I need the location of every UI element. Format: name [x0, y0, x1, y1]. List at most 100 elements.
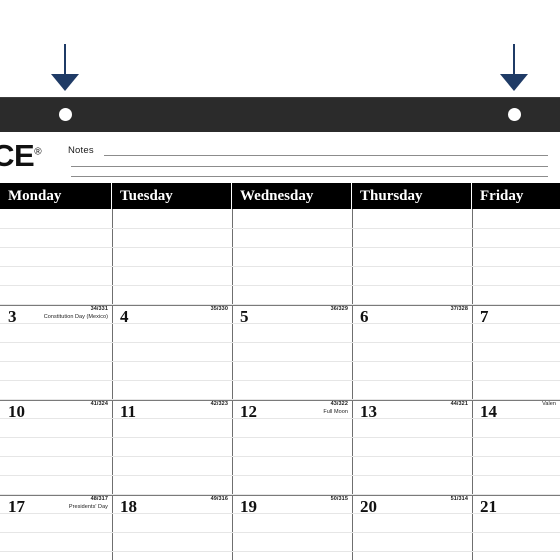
arrow-shaft	[64, 44, 66, 76]
weekday-header-tuesday: Tuesday	[112, 183, 232, 209]
notes-write-line[interactable]	[71, 166, 548, 167]
day-number: 3	[8, 307, 17, 326]
arrow-shaft	[513, 44, 515, 76]
arrow-head	[500, 74, 528, 91]
day-meta: 41/324	[91, 401, 108, 409]
day-number: 5	[240, 307, 249, 326]
calendar-day-cell[interactable]: 5 36/329	[232, 306, 352, 329]
cell-write-line	[0, 456, 560, 457]
day-number: 14	[480, 402, 497, 421]
day-ordinal-code: 50/315	[330, 496, 348, 502]
day-ordinal-code: 41/324	[90, 401, 108, 407]
day-meta: 36/329	[331, 306, 348, 314]
notes-label: Notes	[68, 145, 94, 156]
weekday-header-wednesday: Wednesday	[232, 183, 352, 209]
cell-write-line	[0, 551, 560, 552]
week-divider	[0, 400, 560, 401]
cell-write-line	[0, 380, 560, 381]
day-ordinal-code: 42/323	[210, 401, 228, 407]
weekday-header-label: Tuesday	[120, 188, 173, 204]
calendar-day-cell[interactable]: 14 Valen	[472, 401, 560, 424]
weekday-header-label: Friday	[480, 188, 524, 204]
day-number: 18	[120, 497, 137, 516]
weekday-header-label: Thursday	[360, 188, 423, 204]
day-event-label: Valen	[542, 401, 556, 407]
calendar-day-cell[interactable]: 4 35/330	[112, 306, 232, 329]
day-event-label: Full Moon	[323, 408, 348, 415]
cell-write-line	[0, 228, 560, 229]
day-meta: 48/317 Presidents' Day	[69, 496, 108, 511]
weekday-header-thursday: Thursday	[352, 183, 472, 209]
day-ordinal-code: 37/328	[450, 306, 468, 312]
day-meta: 37/328	[451, 306, 468, 314]
day-number: 13	[360, 402, 377, 421]
cell-write-line	[0, 475, 560, 476]
weekday-header-label: Wednesday	[240, 188, 314, 204]
calendar-day-cell[interactable]: 10 41/324	[0, 401, 112, 424]
day-number: 10	[8, 402, 25, 421]
cell-write-line	[0, 361, 560, 362]
day-number: 12	[240, 402, 257, 421]
binder-bar	[0, 97, 560, 132]
calendar-day-cell[interactable]: 7	[472, 307, 560, 329]
day-number: 11	[120, 402, 137, 421]
calendar-day-cell[interactable]: 3 34/331 Constitution Day (Mexico)	[0, 306, 112, 329]
day-number: 6	[360, 307, 369, 326]
annotation-layer	[0, 0, 560, 97]
cell-write-line	[0, 247, 560, 248]
binder-hole-left	[59, 108, 72, 121]
calendar-day-cell[interactable]: 6 37/328	[352, 306, 472, 329]
calendar-day-cell[interactable]: 12 43/322 Full Moon	[232, 401, 352, 424]
annotation-arrow-right-icon	[497, 44, 531, 92]
day-ordinal-code: 49/316	[210, 496, 228, 502]
cell-write-line	[0, 285, 560, 286]
calendar-day-cell[interactable]: 21	[472, 497, 560, 519]
day-ordinal-code: 51/314	[450, 496, 468, 502]
day-event-label: Presidents' Day	[68, 503, 108, 510]
weekday-header-friday: Friday	[472, 183, 560, 209]
day-ordinal-code: 36/329	[330, 306, 348, 312]
calendar-day-cell[interactable]: 13 44/321	[352, 401, 472, 424]
day-meta: Valen	[542, 401, 556, 409]
day-ordinal-code: 43/322	[330, 401, 348, 407]
calendar-day-cell[interactable]: 19 50/315	[232, 496, 352, 519]
cell-write-line	[0, 342, 560, 343]
weekday-header-label: Monday	[8, 188, 62, 204]
day-meta: 50/315	[331, 496, 348, 504]
notes-write-line[interactable]	[104, 155, 548, 156]
day-number: 17	[8, 497, 25, 516]
calendar-day-cell[interactable]: 18 49/316	[112, 496, 232, 519]
day-number: 19	[240, 497, 257, 516]
calendar-day-cell[interactable]: 11 42/323	[112, 401, 232, 424]
day-ordinal-code: 44/321	[450, 401, 468, 407]
day-ordinal-code: 35/330	[210, 306, 228, 312]
binder-hole-right	[508, 108, 521, 121]
day-meta: 34/331 Constitution Day (Mexico)	[44, 306, 108, 321]
day-event-label: Constitution Day (Mexico)	[43, 313, 108, 320]
day-number: 7	[480, 307, 489, 326]
brand-logo-text: ICE	[0, 138, 35, 173]
weekday-header-row: Monday Tuesday Wednesday Thursday Friday	[0, 183, 560, 209]
day-number: 20	[360, 497, 377, 516]
day-ordinal-code: 34/331	[90, 306, 108, 312]
cell-write-line	[0, 532, 560, 533]
registered-trademark-icon: ®	[34, 146, 42, 158]
cell-write-line	[0, 266, 560, 267]
cell-write-line	[0, 437, 560, 438]
weekday-header-monday: Monday	[0, 183, 112, 209]
day-meta: 44/321	[451, 401, 468, 409]
day-meta: 42/323	[211, 401, 228, 409]
day-meta: 35/330	[211, 306, 228, 314]
masthead: ICE® Notes	[0, 132, 560, 183]
day-meta: 43/322 Full Moon	[323, 401, 348, 416]
day-number: 4	[120, 307, 129, 326]
brand-logo: ICE®	[0, 138, 42, 174]
annotation-arrow-left-icon	[48, 44, 82, 92]
notes-write-line[interactable]	[71, 176, 548, 177]
calendar-day-cell[interactable]: 20 51/314	[352, 496, 472, 519]
day-meta: 49/316	[211, 496, 228, 504]
arrow-head	[51, 74, 79, 91]
day-ordinal-code: 48/317	[90, 496, 108, 502]
calendar-grid: 3 34/331 Constitution Day (Mexico) 4 35/330 5…	[0, 209, 560, 560]
calendar-day-cell[interactable]: 17 48/317 Presidents' Day	[0, 496, 112, 519]
